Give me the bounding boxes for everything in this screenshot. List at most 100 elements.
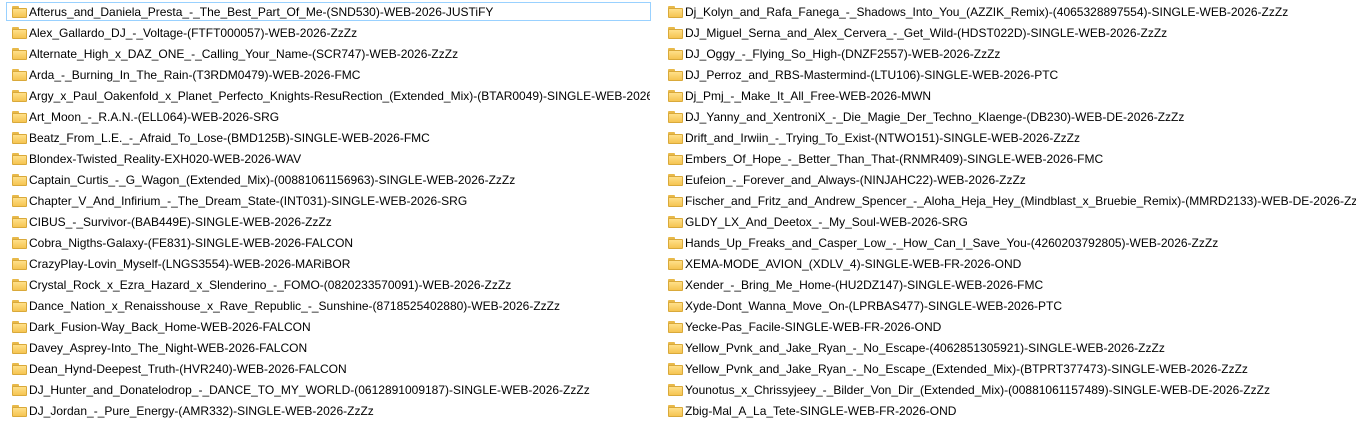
folder-name: DJ_Yanny_and_XentroniX_-_Die_Magie_Der_T…: [685, 110, 1185, 124]
folder-icon: [668, 153, 683, 165]
folder-name: Yellow_Pvnk_and_Jake_Ryan_-_No_Escape-(4…: [685, 341, 1165, 355]
folder-item[interactable]: CIBUS_-_Survivor-(BAB449E)-SINGLE-WEB-20…: [6, 212, 651, 231]
folder-item[interactable]: CrazyPlay-Lovin_Myself-(LNGS3554)-WEB-20…: [6, 254, 651, 273]
folder-name: Art_Moon_-_R.A.N.-(ELL064)-WEB-2026-SRG: [29, 110, 280, 124]
folder-item[interactable]: DJ_Hunter_and_Donatelodrop_-_DANCE_TO_MY…: [6, 380, 651, 399]
folder-icon: [12, 6, 27, 18]
folder-name: Cobra_Nigths-Galaxy-(FE831)-SINGLE-WEB-2…: [29, 236, 354, 250]
folder-icon: [12, 111, 27, 123]
folder-item[interactable]: Yecke-Pas_Facile-SINGLE-WEB-FR-2026-OND: [662, 317, 1357, 336]
folder-icon: [12, 153, 27, 165]
folder-item[interactable]: Davey_Asprey-Into_The_Night-WEB-2026-FAL…: [6, 338, 651, 357]
file-list-column-right: Dj_Kolyn_and_Rafa_Fanega_-_Shadows_Into_…: [662, 2, 1357, 422]
folder-name: DJ_Hunter_and_Donatelodrop_-_DANCE_TO_MY…: [29, 383, 590, 397]
folder-icon: [12, 321, 27, 333]
folder-item[interactable]: Argy_x_Paul_Oakenfold_x_Planet_Perfecto_…: [6, 86, 651, 105]
folder-name: Arda_-_Burning_In_The_Rain-(T3RDM0479)-W…: [29, 68, 361, 82]
folder-name: Alex_Gallardo_DJ_-_Voltage-(FTFT000057)-…: [29, 26, 358, 40]
folder-item[interactable]: Dark_Fusion-Way_Back_Home-WEB-2026-FALCO…: [6, 317, 651, 336]
folder-icon: [668, 237, 683, 249]
folder-item[interactable]: DJ_Miguel_Serna_and_Alex_Cervera_-_Get_W…: [662, 23, 1357, 42]
folder-item[interactable]: XEMA-MODE_AVION_(XDLV_4)-SINGLE-WEB-FR-2…: [662, 254, 1357, 273]
folder-icon: [668, 279, 683, 291]
folder-icon: [12, 300, 27, 312]
folder-item[interactable]: Cobra_Nigths-Galaxy-(FE831)-SINGLE-WEB-2…: [6, 233, 651, 252]
folder-item[interactable]: Eufeion_-_Forever_and_Always-(NINJAHC22)…: [662, 170, 1357, 189]
folder-item[interactable]: Dj_Kolyn_and_Rafa_Fanega_-_Shadows_Into_…: [662, 2, 1357, 21]
folder-item[interactable]: Dj_Pmj_-_Make_It_All_Free-WEB-2026-MWN: [662, 86, 1357, 105]
folder-item[interactable]: Hands_Up_Freaks_and_Casper_Low_-_How_Can…: [662, 233, 1357, 252]
folder-name: Xyde-Dont_Wanna_Move_On-(LPRBAS477)-SING…: [685, 299, 1063, 313]
folder-icon: [12, 69, 27, 81]
folder-icon: [12, 48, 27, 60]
folder-item[interactable]: DJ_Jordan_-_Pure_Energy-(AMR332)-SINGLE-…: [6, 401, 651, 420]
folder-name: Dj_Kolyn_and_Rafa_Fanega_-_Shadows_Into_…: [685, 5, 1289, 19]
folder-icon: [668, 363, 683, 375]
folder-name: Yellow_Pvnk_and_Jake_Ryan_-_No_Escape_(E…: [685, 362, 1248, 376]
folder-item[interactable]: Blondex-Twisted_Reality-EXH020-WEB-2026-…: [6, 149, 651, 168]
folder-icon: [12, 258, 27, 270]
folder-name: Afterus_and_Daniela_Presta_-_The_Best_Pa…: [29, 5, 494, 19]
folder-icon: [668, 216, 683, 228]
folder-name: Davey_Asprey-Into_The_Night-WEB-2026-FAL…: [29, 341, 308, 355]
folder-name: Younotus_x_Chrissyjeey_-_Bilder_Von_Dir_…: [685, 383, 1270, 397]
folder-item[interactable]: Beatz_From_L.E._-_Afraid_To_Lose-(BMD125…: [6, 128, 651, 147]
folder-icon: [668, 174, 683, 186]
folder-name: CrazyPlay-Lovin_Myself-(LNGS3554)-WEB-20…: [29, 257, 351, 271]
folder-icon: [12, 363, 27, 375]
folder-icon: [668, 321, 683, 333]
folder-icon: [668, 69, 683, 81]
folder-item[interactable]: Arda_-_Burning_In_The_Rain-(T3RDM0479)-W…: [6, 65, 651, 84]
folder-item[interactable]: Alex_Gallardo_DJ_-_Voltage-(FTFT000057)-…: [6, 23, 651, 42]
folder-item[interactable]: Afterus_and_Daniela_Presta_-_The_Best_Pa…: [6, 2, 651, 21]
folder-icon: [668, 48, 683, 60]
folder-name: GLDY_LX_And_Deetox_-_My_Soul-WEB-2026-SR…: [685, 215, 968, 229]
folder-icon: [668, 342, 683, 354]
folder-icon: [12, 27, 27, 39]
folder-icon: [12, 90, 27, 102]
folder-icon: [12, 279, 27, 291]
folder-icon: [12, 237, 27, 249]
folder-name: Blondex-Twisted_Reality-EXH020-WEB-2026-…: [29, 152, 302, 166]
folder-item[interactable]: Captain_Curtis_-_G_Wagon_(Extended_Mix)-…: [6, 170, 651, 189]
folder-name: Dj_Pmj_-_Make_It_All_Free-WEB-2026-MWN: [685, 89, 932, 103]
folder-name: CIBUS_-_Survivor-(BAB449E)-SINGLE-WEB-20…: [29, 215, 332, 229]
folder-item[interactable]: DJ_Yanny_and_XentroniX_-_Die_Magie_Der_T…: [662, 107, 1357, 126]
folder-name: Alternate_High_x_DAZ_ONE_-_Calling_Your_…: [29, 47, 459, 61]
folder-item[interactable]: Xender_-_Bring_Me_Home-(HU2DZ147)-SINGLE…: [662, 275, 1357, 294]
folder-name: Fischer_and_Fritz_and_Andrew_Spencer_-_A…: [685, 194, 1357, 208]
folder-item[interactable]: GLDY_LX_And_Deetox_-_My_Soul-WEB-2026-SR…: [662, 212, 1357, 231]
folder-item[interactable]: Dean_Hynd-Deepest_Truth-(HVR240)-WEB-202…: [6, 359, 651, 378]
folder-item[interactable]: Dance_Nation_x_Renaisshouse_x_Rave_Repub…: [6, 296, 651, 315]
folder-item[interactable]: Chapter_V_And_Infirium_-_The_Dream_State…: [6, 191, 651, 210]
folder-item[interactable]: Alternate_High_x_DAZ_ONE_-_Calling_Your_…: [6, 44, 651, 63]
folder-name: DJ_Jordan_-_Pure_Energy-(AMR332)-SINGLE-…: [29, 404, 374, 418]
folder-item[interactable]: Art_Moon_-_R.A.N.-(ELL064)-WEB-2026-SRG: [6, 107, 651, 126]
folder-item[interactable]: Crystal_Rock_x_Ezra_Hazard_x_Slenderino_…: [6, 275, 651, 294]
folder-item[interactable]: DJ_Oggy_-_Flying_So_High-(DNZF2557)-WEB-…: [662, 44, 1357, 63]
folder-name: Zbig-Mal_A_La_Tete-SINGLE-WEB-FR-2026-ON…: [685, 404, 957, 418]
file-list-column-left: Afterus_and_Daniela_Presta_-_The_Best_Pa…: [6, 2, 651, 422]
folder-item[interactable]: Fischer_and_Fritz_and_Andrew_Spencer_-_A…: [662, 191, 1357, 210]
folder-item[interactable]: Zbig-Mal_A_La_Tete-SINGLE-WEB-FR-2026-ON…: [662, 401, 1357, 420]
folder-icon: [668, 90, 683, 102]
folder-name: Dance_Nation_x_Renaisshouse_x_Rave_Repub…: [29, 299, 560, 313]
folder-name: Drift_and_Irwiin_-_Trying_To_Exist-(NTWO…: [685, 131, 1080, 145]
folder-name: Captain_Curtis_-_G_Wagon_(Extended_Mix)-…: [29, 173, 516, 187]
folder-icon: [668, 111, 683, 123]
folder-item[interactable]: Younotus_x_Chrissyjeey_-_Bilder_Von_Dir_…: [662, 380, 1357, 399]
folder-name: Chapter_V_And_Infirium_-_The_Dream_State…: [29, 194, 468, 208]
folder-item[interactable]: DJ_Perroz_and_RBS-Mastermind-(LTU106)-SI…: [662, 65, 1357, 84]
folder-icon: [12, 174, 27, 186]
folder-item[interactable]: Yellow_Pvnk_and_Jake_Ryan_-_No_Escape_(E…: [662, 359, 1357, 378]
folder-icon: [12, 195, 27, 207]
folder-name: XEMA-MODE_AVION_(XDLV_4)-SINGLE-WEB-FR-2…: [685, 257, 1022, 271]
folder-icon: [668, 384, 683, 396]
folder-name: Hands_Up_Freaks_and_Casper_Low_-_How_Can…: [685, 236, 1219, 250]
folder-item[interactable]: Embers_Of_Hope_-_Better_Than_That-(RNMR4…: [662, 149, 1357, 168]
folder-name: Yecke-Pas_Facile-SINGLE-WEB-FR-2026-OND: [685, 320, 942, 334]
folder-item[interactable]: Drift_and_Irwiin_-_Trying_To_Exist-(NTWO…: [662, 128, 1357, 147]
folder-icon: [12, 132, 27, 144]
folder-item[interactable]: Yellow_Pvnk_and_Jake_Ryan_-_No_Escape-(4…: [662, 338, 1357, 357]
folder-item[interactable]: Xyde-Dont_Wanna_Move_On-(LPRBAS477)-SING…: [662, 296, 1357, 315]
